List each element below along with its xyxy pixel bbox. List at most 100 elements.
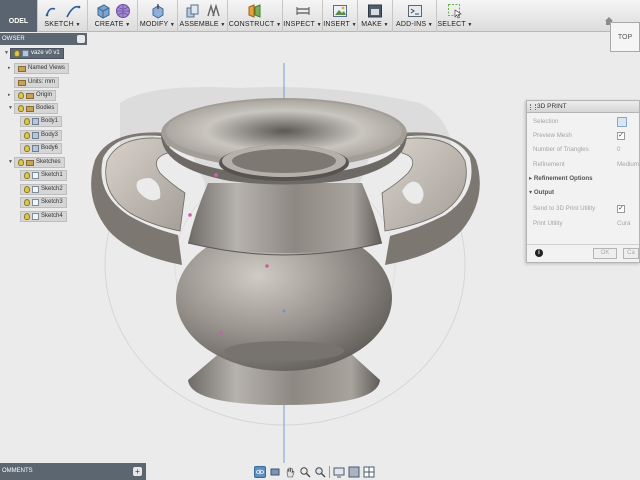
visibility-bulb-icon[interactable] bbox=[24, 145, 30, 152]
info-icon[interactable]: i bbox=[535, 249, 543, 257]
cancel-button[interactable]: Ca bbox=[623, 248, 639, 259]
print-utility-row: Print Utility Cura bbox=[533, 219, 639, 229]
workspace-switcher[interactable]: ODEL bbox=[0, 0, 38, 32]
visibility-bulb-icon[interactable] bbox=[24, 118, 30, 125]
dialog-title[interactable]: 3D PRINT bbox=[527, 101, 639, 113]
press-pull-icon[interactable] bbox=[150, 3, 166, 19]
construct-group[interactable]: CONSTRUCT bbox=[228, 0, 283, 32]
print-utility-label: Print Utility bbox=[533, 220, 563, 227]
tree-root[interactable]: ▼ vaze v0 v1 bbox=[4, 48, 64, 59]
tree-item-sketch3[interactable]: Sketch3 bbox=[20, 197, 67, 208]
output-section-toggle[interactable]: ▾ Output bbox=[529, 189, 554, 196]
send-to-utility-label: Send to 3D Print Utility bbox=[533, 205, 596, 212]
viewcube[interactable]: TOP bbox=[604, 16, 640, 52]
sketch-line-icon[interactable] bbox=[45, 3, 61, 19]
refinement-select[interactable]: Medium bbox=[617, 160, 639, 170]
collapse-panel-icon[interactable] bbox=[77, 35, 85, 43]
selection-picker[interactable] bbox=[617, 117, 627, 127]
grid-settings-icon[interactable] bbox=[348, 466, 360, 478]
viewcube-face[interactable]: TOP bbox=[610, 22, 640, 52]
visibility-bulb-icon[interactable] bbox=[24, 132, 30, 139]
units-icon bbox=[18, 79, 26, 86]
visibility-bulb-icon[interactable] bbox=[24, 199, 30, 206]
preview-mesh-checkbox[interactable]: ✓ bbox=[617, 132, 625, 140]
3d-print-icon[interactable] bbox=[367, 3, 383, 19]
viewports-icon[interactable] bbox=[363, 466, 375, 478]
tree-label: Units: mm bbox=[28, 79, 55, 85]
tree-item-body1[interactable]: Body1 bbox=[20, 116, 63, 127]
insert-image-icon[interactable] bbox=[332, 3, 348, 19]
tree-item-origin[interactable]: ▸ Origin bbox=[8, 90, 57, 101]
select-label: SELECT bbox=[437, 20, 472, 30]
box-icon[interactable] bbox=[95, 3, 111, 19]
pan-icon[interactable] bbox=[284, 466, 296, 478]
create-group[interactable]: CREATE bbox=[88, 0, 138, 32]
offset-plane-icon[interactable] bbox=[247, 3, 263, 19]
folder-icon bbox=[26, 105, 34, 112]
insert-label: INSERT bbox=[323, 20, 357, 30]
assemble-group[interactable]: ASSEMBLE bbox=[178, 0, 228, 32]
triangles-row: Number of Triangles 0 bbox=[533, 145, 639, 155]
zoom-icon[interactable] bbox=[299, 466, 311, 478]
measure-icon[interactable] bbox=[295, 3, 311, 19]
sketch-group[interactable]: SKETCH bbox=[38, 0, 88, 32]
visibility-bulb-icon[interactable] bbox=[18, 159, 24, 166]
visibility-bulb-icon[interactable] bbox=[14, 50, 20, 57]
tree-item-sketch1[interactable]: Sketch1 bbox=[20, 170, 67, 181]
look-at-icon[interactable] bbox=[269, 466, 281, 478]
triangles-label: Number of Triangles bbox=[533, 146, 589, 153]
tree-item-body6[interactable]: Body6 bbox=[20, 143, 63, 154]
zoom-window-icon[interactable] bbox=[314, 466, 326, 478]
insert-group[interactable]: INSERT bbox=[323, 0, 358, 32]
tree-item-sketch2[interactable]: Sketch2 bbox=[20, 184, 67, 195]
tree-item-named-views[interactable]: ▸ Named Views bbox=[8, 63, 69, 74]
sphere-grid-icon[interactable] bbox=[115, 3, 131, 19]
tree-item-body3[interactable]: Body3 bbox=[20, 130, 63, 141]
comments-panel[interactable]: OMMENTS + bbox=[0, 463, 146, 480]
main-toolbar: ODEL SKETCH CREATE MODIFY ASSEMBLE CONS bbox=[0, 0, 640, 32]
tree-label: Bodies bbox=[36, 105, 55, 111]
make-group[interactable]: MAKE bbox=[358, 0, 393, 32]
orbit-icon[interactable] bbox=[254, 465, 266, 478]
3d-print-dialog: 3D PRINT Selection Preview Mesh ✓ Number… bbox=[526, 100, 640, 263]
tree-item-sketch4[interactable]: Sketch4 bbox=[20, 211, 67, 222]
visibility-bulb-icon[interactable] bbox=[24, 172, 30, 179]
visibility-bulb-icon[interactable] bbox=[18, 105, 24, 112]
tree-label: Body6 bbox=[41, 145, 59, 151]
folder-icon bbox=[26, 92, 34, 99]
add-comment-icon[interactable]: + bbox=[133, 467, 142, 476]
sketch-icon bbox=[32, 172, 39, 179]
select-group[interactable]: SELECT bbox=[437, 0, 473, 32]
inspect-label: INSPECT bbox=[283, 20, 322, 30]
refinement-row: Refinement Medium bbox=[533, 160, 639, 170]
sketch-label: SKETCH bbox=[44, 20, 80, 30]
inspect-group[interactable]: INSPECT bbox=[283, 0, 323, 32]
modify-group[interactable]: MODIFY bbox=[138, 0, 178, 32]
tree-label: Origin bbox=[36, 92, 53, 98]
triangles-value: 0 bbox=[617, 146, 621, 153]
ok-button[interactable]: OK bbox=[593, 248, 617, 259]
scripts-icon[interactable] bbox=[407, 3, 423, 19]
refinement-options-toggle[interactable]: ▸ Refinement Options bbox=[529, 175, 593, 182]
print-utility-select[interactable]: Cura bbox=[617, 219, 630, 229]
tree-item-bodies[interactable]: ▼ Bodies bbox=[8, 103, 59, 114]
sketch-icon bbox=[32, 213, 39, 220]
addins-group[interactable]: ADD-INS bbox=[393, 0, 437, 32]
display-settings-icon[interactable] bbox=[333, 466, 345, 478]
tree-item-sketches[interactable]: ▼ Sketches bbox=[8, 157, 65, 168]
preview-mesh-label: Preview Mesh bbox=[533, 132, 572, 139]
tree-item-units[interactable]: Units: mm bbox=[8, 77, 59, 88]
visibility-bulb-icon[interactable] bbox=[18, 92, 24, 99]
component-icon[interactable] bbox=[185, 3, 201, 19]
sketch-arc-icon[interactable] bbox=[65, 3, 81, 19]
visibility-bulb-icon[interactable] bbox=[24, 186, 30, 193]
visibility-bulb-icon[interactable] bbox=[24, 213, 30, 220]
browser-header[interactable]: OWSER bbox=[0, 33, 87, 45]
sketch-icon bbox=[32, 199, 39, 206]
dialog-footer: i OK Ca bbox=[527, 244, 639, 262]
body-icon bbox=[32, 145, 39, 152]
tree-label: Sketch2 bbox=[41, 186, 63, 192]
select-icon[interactable] bbox=[447, 3, 463, 19]
send-to-utility-checkbox[interactable]: ✓ bbox=[617, 205, 625, 213]
joint-icon[interactable] bbox=[205, 3, 221, 19]
